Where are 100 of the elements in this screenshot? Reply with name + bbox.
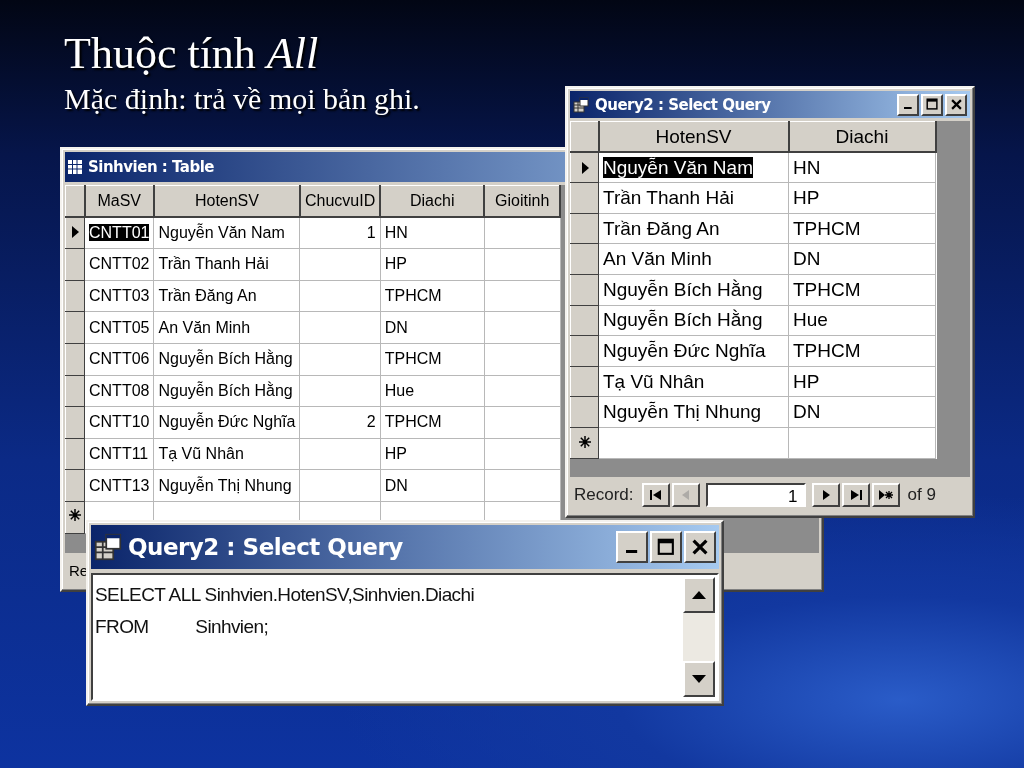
table-cell: Trần Đăng An bbox=[153, 280, 300, 312]
table-cell: Tạ Vũ Nhân bbox=[598, 366, 789, 397]
current-row-icon bbox=[71, 226, 79, 239]
table-cell: CNTT01 bbox=[84, 217, 154, 249]
row-selector[interactable] bbox=[65, 438, 85, 470]
window-title: Query2 : Select Query bbox=[595, 95, 771, 114]
record-label: Record: bbox=[574, 485, 634, 505]
record-count: of 9 bbox=[907, 485, 936, 505]
table-cell: 2 bbox=[299, 406, 381, 439]
maximize-button[interactable] bbox=[650, 531, 682, 563]
table-cell: An Văn Minh bbox=[598, 243, 789, 275]
table-cell: DN bbox=[788, 396, 936, 428]
table-cell: TPHCM bbox=[380, 406, 485, 439]
table-cell: Trần Thanh Hải bbox=[153, 248, 300, 281]
table-icon bbox=[68, 160, 82, 174]
row-selector[interactable] bbox=[65, 469, 85, 502]
table-cell: CNTT02 bbox=[84, 248, 154, 281]
sql-line: SELECT ALL Sinhvien.HotenSV,Sinhvien.Diachi bbox=[95, 583, 475, 607]
sql-line: FROM Sinhvien; bbox=[95, 615, 269, 639]
close-button[interactable] bbox=[684, 531, 716, 563]
row-selector[interactable] bbox=[65, 217, 85, 249]
new-record-icon bbox=[577, 434, 592, 449]
row-selector[interactable] bbox=[65, 375, 85, 407]
minimize-icon bbox=[904, 106, 912, 109]
scroll-up-button[interactable] bbox=[683, 577, 715, 613]
table-cell: Nguyễn Bích Hằng bbox=[598, 274, 789, 306]
sql-editor[interactable]: SELECT ALL Sinhvien.HotenSV,Sinhvien.Diachi FROM Sinhvien; bbox=[91, 573, 719, 701]
table-cell: CNTT08 bbox=[84, 375, 154, 407]
query-icon bbox=[94, 533, 122, 561]
table-cell: Tạ Vũ Nhân bbox=[153, 438, 300, 470]
table-cell: Nguyễn Đức Nghĩa bbox=[598, 335, 789, 367]
slide-subtitle: Mặc định: trả về mọi bản ghi. bbox=[64, 82, 420, 117]
row-selector[interactable] bbox=[570, 243, 599, 275]
row-selector[interactable] bbox=[570, 305, 599, 336]
table-cell: DN bbox=[380, 311, 485, 344]
table-cell: CNTT03 bbox=[84, 280, 154, 312]
table-cell: Nguyễn Văn Nam bbox=[598, 152, 789, 183]
table-cell: TPHCM bbox=[788, 274, 936, 306]
table-cell: An Văn Minh bbox=[153, 311, 300, 344]
column-header[interactable]: HotenSV bbox=[598, 121, 789, 153]
table-cell: CNTT11 bbox=[84, 438, 154, 470]
column-header[interactable]: Diachi bbox=[788, 121, 936, 153]
table-cell: Nguyễn Thị Nhung bbox=[153, 469, 300, 502]
down-arrow-icon bbox=[692, 675, 706, 683]
table-cell: CNTT10 bbox=[84, 406, 154, 439]
maximize-button[interactable] bbox=[921, 93, 943, 116]
new-record-icon bbox=[68, 508, 82, 523]
maximize-icon bbox=[657, 538, 675, 556]
table-cell: HP bbox=[380, 248, 485, 281]
table-cell: Nguyễn Đức Nghĩa bbox=[153, 406, 300, 439]
table-cell: Nguyễn Văn Nam bbox=[153, 217, 300, 249]
row-selector[interactable] bbox=[570, 213, 599, 244]
close-button[interactable] bbox=[945, 93, 967, 116]
row-selector[interactable] bbox=[65, 248, 85, 281]
table-cell: DN bbox=[788, 243, 936, 275]
query-icon bbox=[573, 96, 589, 113]
table-cell: TPHCM bbox=[788, 335, 936, 367]
new-record-button[interactable] bbox=[871, 483, 900, 507]
minimize-button[interactable] bbox=[616, 531, 648, 563]
table-cell: Hue bbox=[380, 375, 485, 407]
column-header[interactable]: ChucvuID bbox=[299, 185, 381, 218]
row-selector[interactable] bbox=[65, 343, 85, 376]
scroll-down-button[interactable] bbox=[683, 661, 715, 697]
column-header[interactable]: HotenSV bbox=[153, 185, 300, 218]
row-selector[interactable] bbox=[570, 335, 599, 367]
table-cell: Nguyễn Bích Hằng bbox=[153, 343, 300, 376]
row-selector[interactable] bbox=[65, 406, 85, 439]
table-cell: CNTT05 bbox=[84, 311, 154, 344]
window-title: Sinhvien : Table bbox=[88, 158, 214, 176]
row-selector[interactable] bbox=[570, 396, 599, 428]
table-cell: HN bbox=[380, 217, 485, 249]
row-selector[interactable] bbox=[570, 366, 599, 397]
row-selector[interactable] bbox=[570, 182, 599, 214]
close-icon bbox=[692, 539, 708, 555]
row-selector[interactable] bbox=[570, 152, 599, 183]
table-cell: CNTT13 bbox=[84, 469, 154, 502]
window-title: Query2 : Select Query bbox=[128, 534, 403, 560]
table-cell: 1 bbox=[299, 217, 381, 249]
table-cell: Hue bbox=[788, 305, 936, 336]
new-record-icon bbox=[877, 489, 894, 501]
current-row-icon bbox=[580, 161, 589, 174]
row-selector[interactable] bbox=[65, 280, 85, 312]
table-cell: HP bbox=[788, 182, 936, 214]
table-cell: Nguyễn Bích Hằng bbox=[153, 375, 300, 407]
column-header[interactable]: Diachi bbox=[380, 185, 485, 218]
table-cell: CNTT06 bbox=[84, 343, 154, 376]
minimize-icon bbox=[626, 550, 638, 554]
column-header[interactable]: Gioitinh bbox=[484, 185, 561, 218]
row-selector[interactable] bbox=[65, 311, 85, 344]
table-cell: HP bbox=[788, 366, 936, 397]
row-selector[interactable] bbox=[570, 274, 599, 306]
previous-record-button[interactable] bbox=[671, 483, 700, 507]
next-record-button[interactable] bbox=[811, 483, 840, 507]
record-number-field[interactable]: 1 bbox=[705, 483, 806, 507]
table-cell: TPHCM bbox=[380, 280, 485, 312]
column-header[interactable]: MaSV bbox=[84, 185, 154, 218]
close-icon bbox=[950, 99, 962, 110]
minimize-button[interactable] bbox=[897, 93, 919, 116]
last-record-button[interactable] bbox=[841, 483, 870, 507]
first-record-button[interactable] bbox=[641, 483, 670, 507]
